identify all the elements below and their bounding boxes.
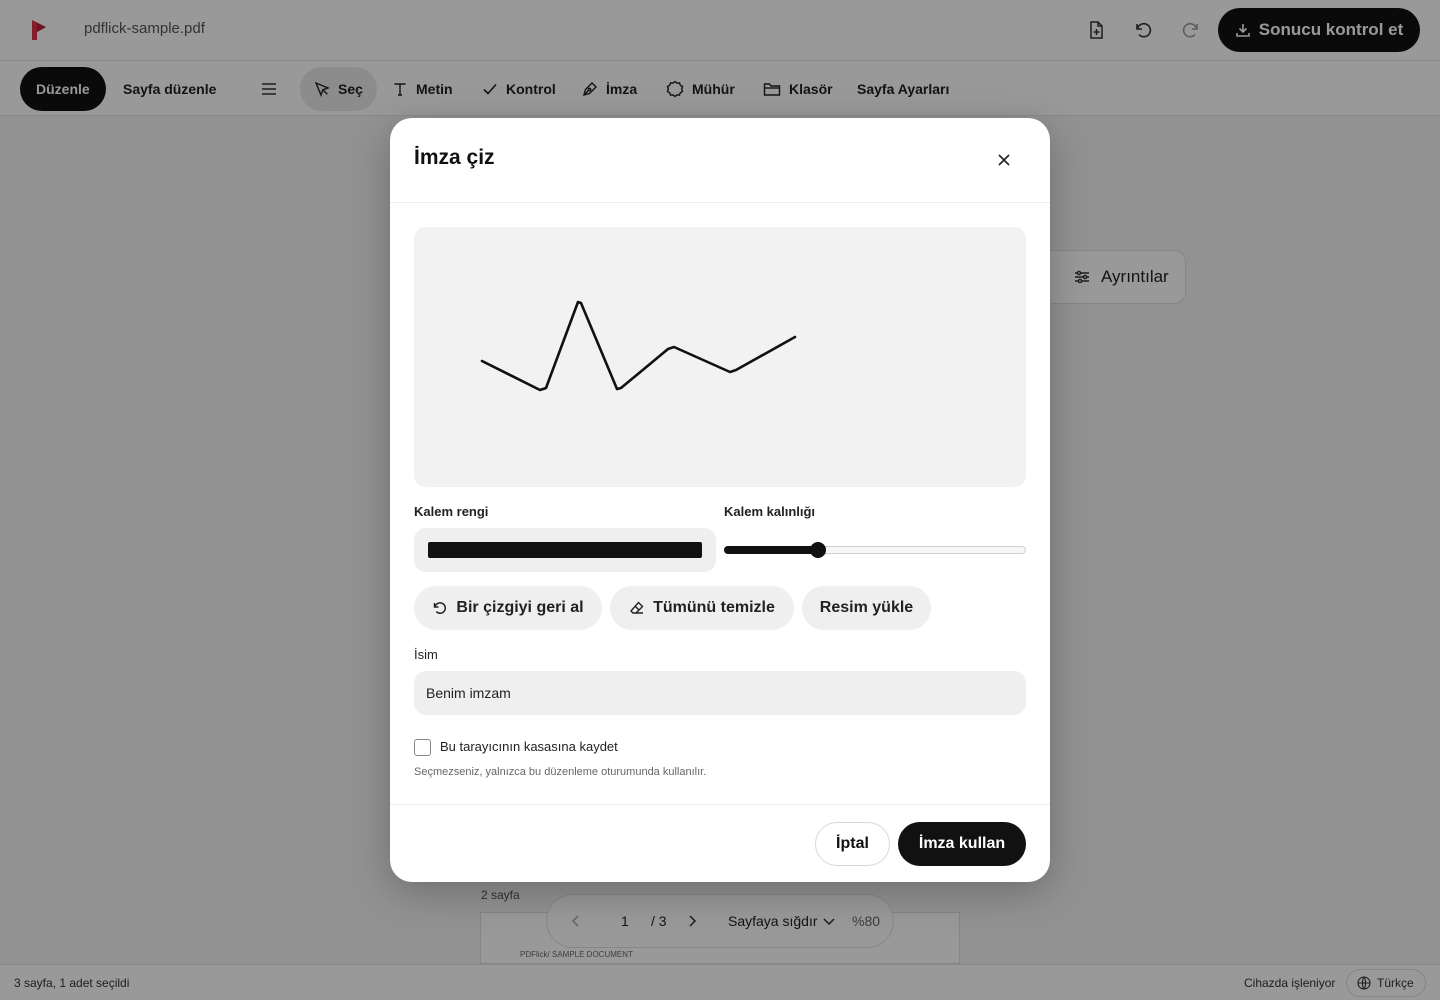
close-icon: [996, 152, 1012, 168]
undo-stroke-button[interactable]: Bir çizgiyi geri al: [414, 586, 602, 630]
pen-color-label: Kalem rengi: [414, 504, 489, 519]
name-label: İsim: [414, 647, 438, 662]
slider-handle[interactable]: [809, 542, 826, 558]
footer-divider: [390, 804, 1050, 805]
undo-icon: [432, 600, 448, 616]
pen-color-picker[interactable]: [414, 528, 716, 572]
pen-width-slider[interactable]: [724, 540, 1026, 560]
pen-width-label: Kalem kalınlığı: [724, 504, 816, 519]
clear-all-button[interactable]: Tümünü temizle: [610, 586, 794, 630]
cancel-button[interactable]: İptal: [815, 822, 890, 866]
save-to-vault-checkbox[interactable]: [414, 739, 431, 756]
close-button[interactable]: [992, 148, 1016, 172]
upload-image-button[interactable]: Resim yükle: [802, 586, 931, 630]
use-signature-button[interactable]: İmza kullan: [898, 822, 1026, 866]
pen-color-swatch: [428, 542, 702, 558]
save-to-vault-label[interactable]: Bu tarayıcının kasasına kaydet: [440, 739, 618, 754]
dialog-title: İmza çiz: [414, 146, 495, 169]
upload-image-label: Resim yükle: [819, 599, 914, 616]
save-hint: Seçmezseniz, yalnızca bu düzenleme oturu…: [414, 766, 707, 778]
signature-name-input[interactable]: [414, 671, 1026, 715]
clear-all-label: Tümünü temizle: [653, 599, 775, 616]
eraser-icon: [629, 600, 645, 616]
signature-canvas[interactable]: [414, 227, 1026, 487]
header-divider: [390, 202, 1050, 203]
undo-stroke-label: Bir çizgiyi geri al: [456, 599, 584, 616]
slider-fill: [724, 546, 818, 554]
draw-signature-dialog: İmza çiz Kalem rengi Kalem kalınlığı Bir…: [390, 118, 1050, 882]
signature-stroke: [480, 300, 797, 392]
